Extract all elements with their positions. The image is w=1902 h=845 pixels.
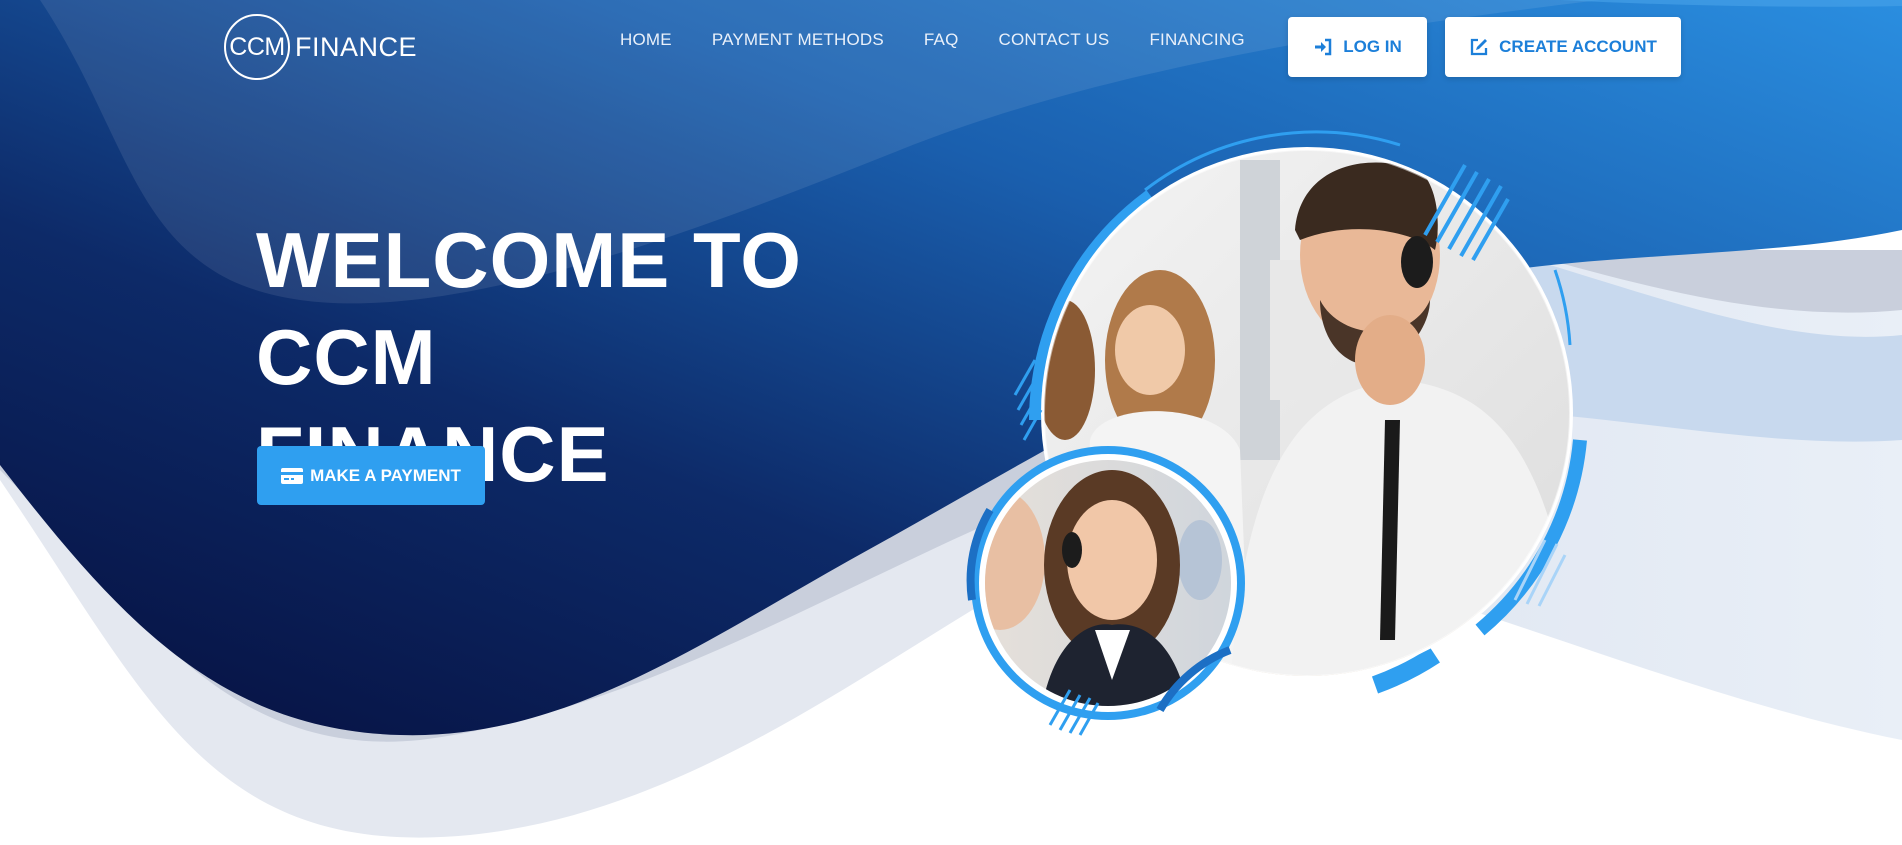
logo-mark-text: CCM	[229, 32, 285, 61]
nav-financing[interactable]: FINANCING	[1149, 30, 1244, 50]
sign-in-icon	[1313, 38, 1333, 56]
edit-icon	[1469, 37, 1489, 57]
create-account-button[interactable]: CREATE ACCOUNT	[1445, 17, 1681, 77]
logo-mark: CCM	[224, 14, 290, 80]
nav-faq[interactable]: FAQ	[924, 30, 959, 50]
login-label: LOG IN	[1343, 37, 1402, 56]
make-payment-label: MAKE A PAYMENT	[310, 465, 461, 485]
login-button[interactable]: LOG IN	[1288, 17, 1427, 77]
credit-card-icon	[281, 467, 304, 484]
hero-title-line-1: WELCOME TO CCM	[256, 216, 802, 401]
logo-wordmark: FINANCE	[295, 31, 418, 62]
main-nav: HOME PAYMENT METHODS FAQ CONTACT US FINA…	[620, 30, 1285, 50]
brand-logo[interactable]: CCM FINANCE	[224, 12, 417, 82]
create-account-label: CREATE ACCOUNT	[1499, 37, 1657, 56]
make-payment-button[interactable]: MAKE A PAYMENT	[257, 446, 485, 505]
nav-payment-methods[interactable]: PAYMENT METHODS	[712, 30, 884, 50]
nav-home[interactable]: HOME	[620, 30, 672, 50]
nav-contact-us[interactable]: CONTACT US	[999, 30, 1110, 50]
